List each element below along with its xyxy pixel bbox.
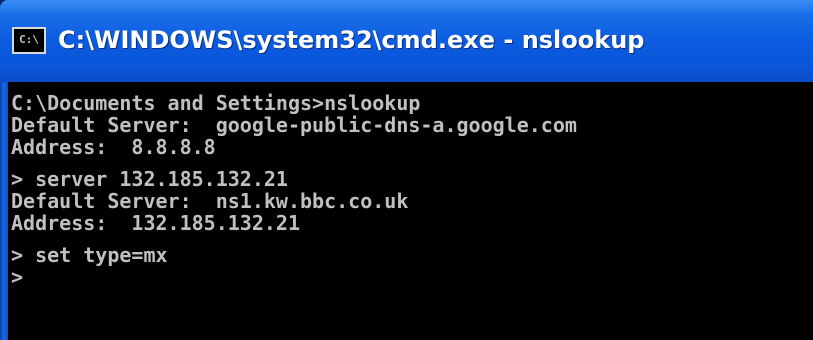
console-line: > set type=mx	[11, 243, 168, 267]
console-area[interactable]: C:\Documents and Settings>nslookup Defau…	[8, 82, 813, 340]
console-output: C:\Documents and Settings>nslookup Defau…	[11, 92, 577, 288]
console-line: > server 132.185.132.21	[11, 167, 288, 191]
window-title: C:\WINDOWS\system32\cmd.exe - nslookup	[58, 26, 645, 54]
cmd-icon[interactable]: C:\	[12, 27, 46, 54]
command-prompt[interactable]: >	[11, 266, 577, 288]
console-line: Default Server: google-public-dns-a.goog…	[11, 113, 577, 137]
console-line: Default Server: ns1.kw.bbc.co.uk	[11, 189, 409, 213]
console-line: C:\Documents and Settings>nslookup	[11, 91, 421, 115]
window-frame-left	[0, 82, 8, 340]
cmd-window: C:\ C:\WINDOWS\system32\cmd.exe - nslook…	[0, 0, 813, 340]
title-bar[interactable]: C:\ C:\WINDOWS\system32\cmd.exe - nslook…	[0, 0, 813, 82]
console-line: Address: 132.185.132.21	[11, 211, 300, 235]
console-line: Address: 8.8.8.8	[11, 135, 216, 159]
